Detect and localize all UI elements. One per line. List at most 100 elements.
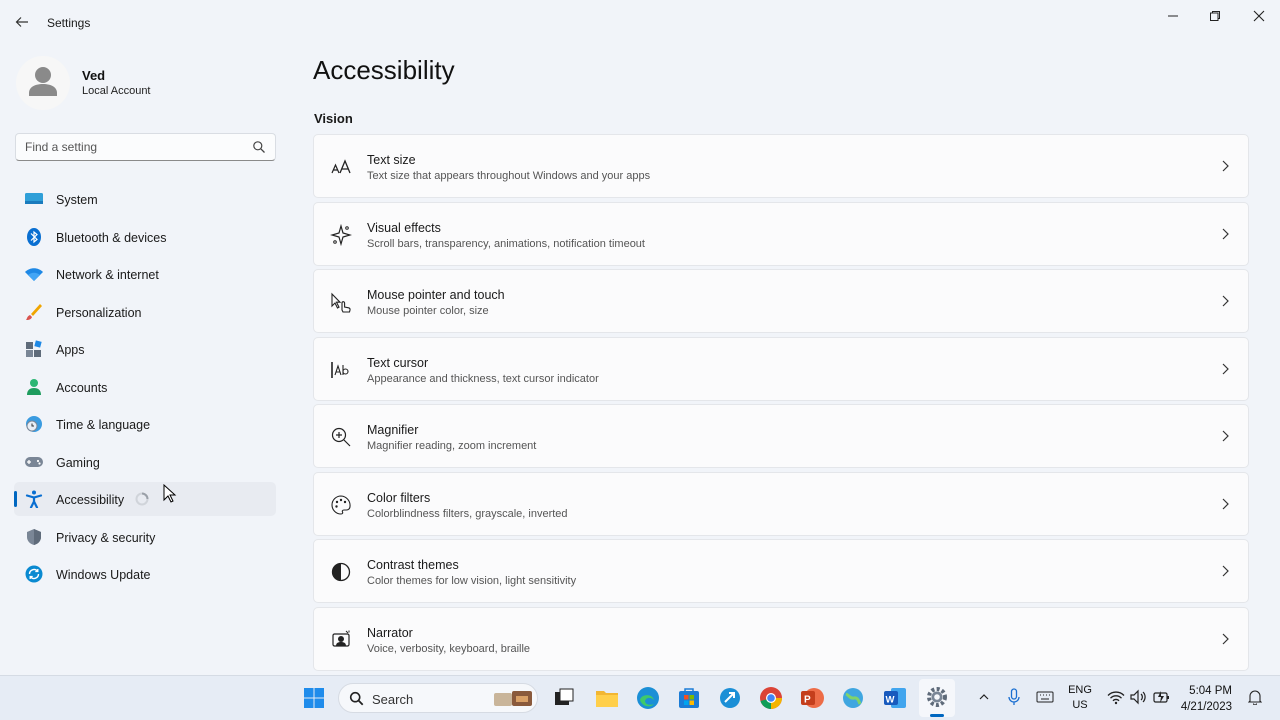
card-title: Mouse pointer and touch (367, 288, 505, 302)
minimize-button[interactable] (1153, 4, 1193, 28)
sidebar-item-label: Time & language (56, 418, 151, 432)
restore-icon (1210, 11, 1220, 21)
sidebar-item-network[interactable]: Network & internet (14, 257, 276, 291)
search-input[interactable] (16, 134, 246, 160)
apps-icon (26, 340, 42, 357)
chevron-right-icon (1222, 160, 1229, 172)
text-cursor-icon (331, 361, 349, 378)
card-narrator[interactable]: Narrator Voice, verbosity, keyboard, bra… (313, 606, 1249, 671)
chevron-up-icon[interactable] (978, 691, 990, 703)
active-app-indicator (930, 714, 944, 717)
loading-spinner-icon (135, 492, 149, 506)
card-magnifier[interactable]: Magnifier Magnifier reading, zoom increm… (313, 404, 1249, 468)
gear-icon (927, 687, 947, 707)
chevron-right-icon (1222, 295, 1229, 307)
card-description: Mouse pointer color, size (367, 305, 489, 317)
card-description: Scroll bars, transparency, animations, n… (367, 237, 645, 250)
sidebar-item-bluetooth[interactable]: Bluetooth & devices (14, 220, 276, 254)
word-icon[interactable]: W (882, 685, 908, 711)
taskbar-search[interactable]: Search (338, 683, 538, 713)
card-visual-effects[interactable]: Visual effects Scroll bars, transparency… (313, 201, 1249, 266)
card-title: Text size (367, 153, 416, 167)
card-title: Contrast themes (367, 558, 459, 572)
sidebar-item-gaming[interactable]: Gaming (14, 445, 276, 479)
chevron-right-icon (1222, 363, 1229, 374)
sidebar-item-apps[interactable]: Apps (14, 332, 276, 366)
chevron-right-icon (1222, 633, 1229, 644)
card-title: Visual effects (367, 220, 441, 235)
microphone-icon[interactable] (1007, 688, 1021, 706)
minimize-icon (1168, 15, 1178, 17)
card-mouse-pointer[interactable]: Mouse pointer and touch Mouse pointer co… (313, 269, 1249, 333)
language-indicator[interactable]: ENG US (1066, 684, 1094, 711)
svg-text:P: P (804, 695, 811, 706)
chevron-right-icon (1222, 498, 1229, 509)
powerpoint-icon[interactable]: P (799, 685, 825, 711)
taskbar-search-label: Search (372, 692, 414, 707)
sidebar-item-label: Personalization (56, 305, 142, 320)
volume-icon[interactable] (1130, 689, 1148, 705)
tool-app-icon[interactable] (717, 685, 743, 711)
taskbar: Search P W ENG US 5:04 PM 4/21/2023 (0, 675, 1280, 720)
sidebar-item-time-language[interactable]: Time & language (14, 407, 276, 441)
region-code: US (1072, 699, 1088, 711)
task-view-icon[interactable] (551, 685, 577, 711)
start-windows-icon[interactable] (301, 685, 327, 711)
palette-icon (331, 494, 351, 515)
card-description: Voice, verbosity, keyboard, braille (367, 642, 531, 655)
maximize-button[interactable] (1195, 4, 1235, 28)
keyboard-icon[interactable] (1036, 690, 1054, 704)
person-icon (29, 67, 57, 96)
title-bar: Settings (0, 0, 1280, 44)
edge-browser-icon[interactable] (635, 685, 661, 711)
magnifier-icon (331, 427, 351, 447)
settings-taskbar-button[interactable] (919, 679, 955, 717)
pointer-touch-icon (331, 292, 351, 313)
wifi-status-icon[interactable] (1107, 690, 1125, 705)
card-title: Color filters (367, 490, 431, 505)
accessibility-icon (25, 490, 43, 508)
card-description: Appearance and thickness, text cursor in… (367, 372, 599, 385)
back-button[interactable] (10, 10, 34, 34)
user-profile[interactable]: Ved Local Account (16, 56, 286, 110)
page-title: Accessibility (313, 55, 455, 85)
battery-charging-icon[interactable] (1152, 689, 1170, 705)
svg-text:W: W (886, 695, 895, 706)
accounts-icon (27, 378, 41, 395)
system-clock[interactable]: 5:04 PM 4/21/2023 (1181, 683, 1232, 715)
chrome-browser-icon[interactable] (758, 685, 784, 711)
file-explorer-icon[interactable] (594, 685, 620, 711)
chevron-right-icon (1222, 565, 1229, 577)
clock-globe-icon (26, 416, 42, 432)
active-indicator (14, 491, 17, 507)
maps-icon[interactable] (840, 685, 866, 711)
card-text-size[interactable]: Text size Text size that appears through… (313, 134, 1249, 198)
sidebar-item-accessibility[interactable]: Accessibility (14, 482, 276, 516)
sidebar-item-system[interactable]: System (14, 182, 276, 216)
bluetooth-icon (27, 227, 41, 246)
notification-bell-icon[interactable] (1248, 689, 1262, 705)
sidebar-nav: System Bluetooth & devices Network & int… (14, 182, 276, 595)
store-icon[interactable] (676, 685, 702, 711)
language-code: ENG (1068, 684, 1092, 696)
sidebar-item-privacy[interactable]: Privacy & security (14, 520, 276, 554)
card-description: Colorblindness filters, grayscale, inver… (367, 507, 568, 520)
wifi-icon (25, 268, 43, 281)
search-icon (349, 691, 364, 706)
card-title: Narrator (367, 625, 413, 640)
update-icon (25, 565, 43, 583)
sparkle-icon (330, 223, 352, 246)
card-contrast-themes[interactable]: Contrast themes Color themes for low vis… (313, 539, 1249, 603)
card-text-cursor[interactable]: Text cursor Appearance and thickness, te… (313, 336, 1249, 401)
card-description: Magnifier reading, zoom increment (367, 440, 537, 452)
sidebar-item-accounts[interactable]: Accounts (14, 370, 276, 404)
sidebar-item-windows-update[interactable]: Windows Update (14, 557, 276, 591)
user-name: Ved (82, 68, 106, 83)
close-button[interactable] (1239, 4, 1279, 28)
settings-search[interactable] (15, 133, 276, 161)
sidebar-item-personalization[interactable]: Personalization (14, 295, 276, 329)
settings-card-list: Text size Text size that appears through… (313, 134, 1249, 674)
search-icon (253, 141, 265, 153)
card-color-filters[interactable]: Color filters Colorblindness filters, gr… (313, 471, 1249, 536)
clock-date: 4/21/2023 (1180, 701, 1232, 713)
